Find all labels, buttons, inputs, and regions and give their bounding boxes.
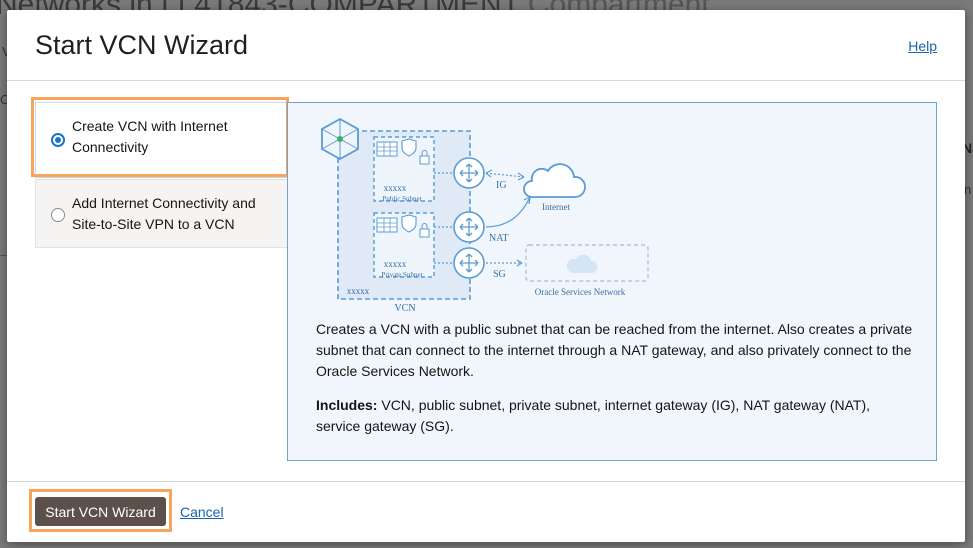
dialog-title: Start VCN Wizard	[35, 30, 249, 60]
option-description: Creates a VCN with a public subnet that …	[316, 321, 913, 379]
service-gateway-icon	[453, 247, 485, 279]
option-create-vcn-internet[interactable]: Create VCN with Internet Connectivity	[35, 102, 288, 178]
oracle-services-label: Oracle Services Network	[535, 287, 626, 297]
radio-unselected[interactable]	[51, 208, 65, 222]
header-divider	[7, 80, 965, 81]
start-vcn-wizard-button[interactable]: Start VCN Wizard	[35, 497, 166, 526]
ig-label: IG	[496, 180, 507, 191]
background-fragment: n	[964, 182, 972, 197]
option-label: Create VCN with Internet Connectivity	[72, 118, 228, 155]
public-subnet-placeholder: xxxxx	[384, 183, 407, 193]
vcn-placeholder: xxxxx	[347, 286, 370, 296]
cancel-link[interactable]: Cancel	[180, 504, 224, 520]
start-vcn-wizard-dialog: Start VCN Wizard Help Create VCN with In…	[7, 10, 965, 542]
nat-gateway-icon	[453, 211, 485, 243]
footer-divider	[7, 481, 965, 482]
network-diagram: xxxxx Public Subnet xxxxx Private Subnet…	[321, 117, 649, 314]
private-subnet-label: Private Subnet	[381, 271, 422, 279]
private-subnet-placeholder: xxxxx	[384, 259, 407, 269]
vcn-label: VCN	[394, 303, 415, 314]
public-subnet-label: Public Subnet	[382, 195, 421, 203]
option-detail-panel: xxxxx Public Subnet xxxxx Private Subnet…	[287, 102, 937, 461]
internet-gateway-icon	[453, 157, 485, 189]
sg-label: SG	[493, 269, 506, 280]
oracle-cloud-icon	[566, 254, 598, 273]
internet-cloud-icon	[523, 163, 586, 198]
help-link[interactable]: Help	[908, 38, 937, 54]
nat-label: NAT	[489, 233, 508, 244]
includes-text: Includes: VCN, public subnet, private su…	[316, 395, 916, 437]
vcn-icon	[321, 117, 359, 161]
includes-list: VCN, public subnet, private subnet, inte…	[316, 397, 871, 434]
option-add-internet-vpn[interactable]: Add Internet Connectivity and Site-to-Si…	[35, 179, 288, 248]
includes-heading: Includes:	[316, 397, 378, 413]
radio-selected[interactable]	[51, 133, 65, 147]
option-label: Add Internet Connectivity and Site-to-Si…	[72, 195, 256, 232]
internet-label: Internet	[542, 202, 570, 212]
